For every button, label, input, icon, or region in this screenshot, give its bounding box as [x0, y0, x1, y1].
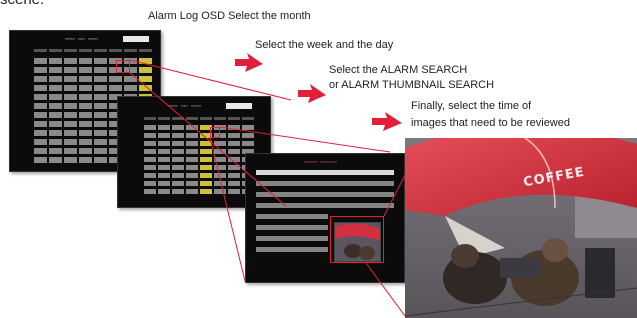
- reviewed-image: COFFEE: [405, 138, 637, 318]
